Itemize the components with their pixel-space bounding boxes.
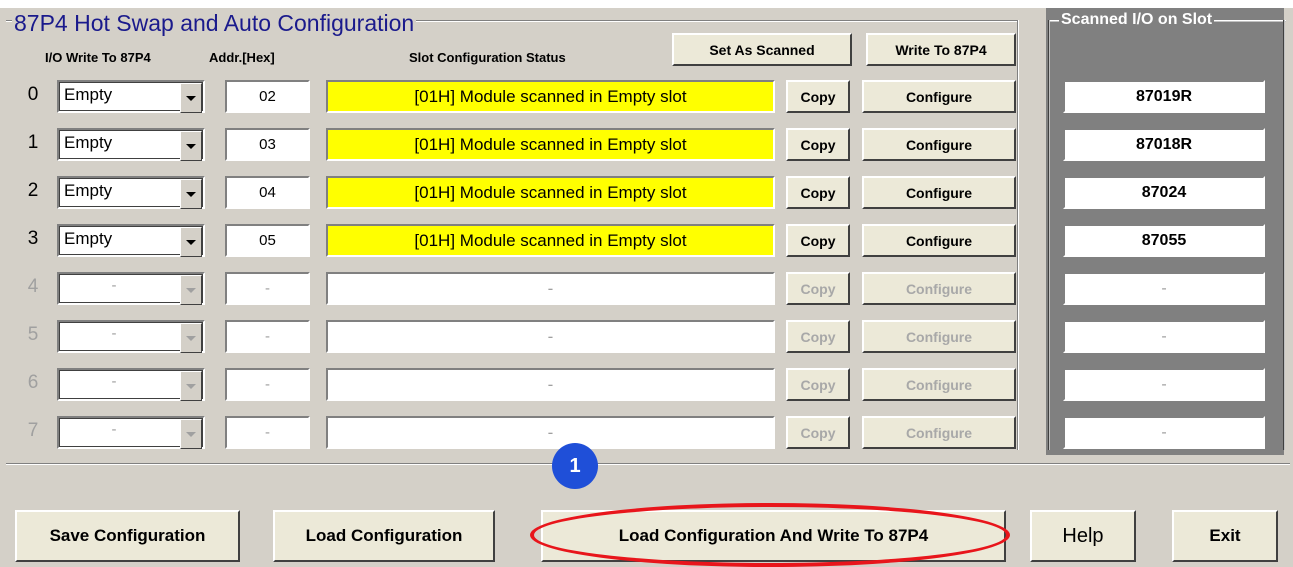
configure-button[interactable]: Configure [862, 224, 1016, 257]
chevron-down-icon [186, 287, 196, 293]
copy-button[interactable]: Copy [786, 80, 850, 113]
slot-status: [01H] Module scanned in Empty slot [326, 128, 775, 161]
io-type-select[interactable]: Empty [57, 224, 205, 257]
slot-number: 7 [27, 420, 39, 441]
slot-number: 6 [27, 372, 39, 393]
dropdown-button [180, 371, 202, 401]
slot-status: - [326, 368, 775, 401]
copy-button: Copy [786, 368, 850, 401]
configure-button: Configure [862, 272, 1016, 305]
chevron-down-icon [186, 239, 196, 245]
scanned-module-field: - [1063, 272, 1265, 305]
chevron-down-icon [186, 191, 196, 197]
io-type-value: - [111, 421, 117, 438]
scanned-border-left [1048, 20, 1050, 450]
group-border-right [1017, 20, 1019, 450]
slot-number: 2 [27, 180, 39, 201]
configure-button[interactable]: Configure [862, 80, 1016, 113]
scanned-border-right [1283, 20, 1285, 450]
status-header: Slot Configuration Status [409, 50, 566, 65]
help-button[interactable]: Help [1030, 510, 1136, 562]
highlight-ellipse [530, 503, 1010, 567]
addr-field[interactable]: 05 [225, 224, 310, 257]
load-configuration-button[interactable]: Load Configuration [273, 510, 495, 562]
slot-status: [01H] Module scanned in Empty slot [326, 176, 775, 209]
scanned-panel-title: Scanned I/O on Slot [1059, 10, 1215, 30]
addr-field[interactable]: 04 [225, 176, 310, 209]
copy-button[interactable]: Copy [786, 176, 850, 209]
io-type-value: Empty [64, 181, 113, 200]
io-type-value: Empty [64, 85, 113, 104]
chevron-down-icon [186, 431, 196, 437]
io-write-header: I/O Write To 87P4 [45, 50, 151, 65]
addr-field: - [225, 272, 310, 305]
copy-button[interactable]: Copy [786, 224, 850, 257]
io-type-value: - [111, 277, 117, 294]
io-type-select: - [57, 272, 205, 305]
dropdown-button[interactable] [180, 179, 202, 209]
slot-status: - [326, 272, 775, 305]
slot-number: 0 [27, 84, 39, 105]
io-type-value: Empty [64, 133, 113, 152]
page-title: 87P4 Hot Swap and Auto Configuration [12, 10, 417, 36]
slot-number: 4 [27, 276, 39, 297]
dropdown-button[interactable] [180, 83, 202, 113]
slot-number: 5 [27, 324, 39, 345]
io-type-select[interactable]: Empty [57, 176, 205, 209]
dropdown-button[interactable] [180, 227, 202, 257]
slot-status: - [326, 320, 775, 353]
addr-field: - [225, 320, 310, 353]
chevron-down-icon [186, 383, 196, 389]
addr-field[interactable]: 03 [225, 128, 310, 161]
slot-number: 1 [27, 132, 39, 153]
configure-button[interactable]: Configure [862, 128, 1016, 161]
chevron-down-icon [186, 95, 196, 101]
scanned-module-field: 87024 [1063, 176, 1265, 209]
scanned-module-field: 87018R [1063, 128, 1265, 161]
configure-button[interactable]: Configure [862, 176, 1016, 209]
scanned-module-field: - [1063, 368, 1265, 401]
exit-button[interactable]: Exit [1172, 510, 1278, 562]
copy-button[interactable]: Copy [786, 128, 850, 161]
copy-button: Copy [786, 272, 850, 305]
io-type-select: - [57, 368, 205, 401]
dropdown-button[interactable] [180, 131, 202, 161]
io-type-value: - [111, 325, 117, 342]
scanned-module-field: 87055 [1063, 224, 1265, 257]
io-type-value: - [111, 373, 117, 390]
dropdown-button [180, 419, 202, 449]
io-type-select[interactable]: Empty [57, 80, 205, 113]
chevron-down-icon [186, 335, 196, 341]
configure-button: Configure [862, 320, 1016, 353]
addr-field: - [225, 416, 310, 449]
configure-button: Configure [862, 368, 1016, 401]
io-type-value: Empty [64, 229, 113, 248]
addr-field: - [225, 368, 310, 401]
dropdown-button [180, 275, 202, 305]
step-badge: 1 [552, 443, 598, 489]
addr-field[interactable]: 02 [225, 80, 310, 113]
copy-button: Copy [786, 416, 850, 449]
slot-status: [01H] Module scanned in Empty slot [326, 80, 775, 113]
io-type-select: - [57, 320, 205, 353]
io-type-select: - [57, 416, 205, 449]
save-configuration-button[interactable]: Save Configuration [15, 510, 240, 562]
scanned-module-field: - [1063, 320, 1265, 353]
slot-status: [01H] Module scanned in Empty slot [326, 224, 775, 257]
io-type-select[interactable]: Empty [57, 128, 205, 161]
separator [6, 463, 1290, 465]
scanned-module-field: - [1063, 416, 1265, 449]
scanned-module-field: 87019R [1063, 80, 1265, 113]
dropdown-button [180, 323, 202, 353]
slot-number: 3 [27, 228, 39, 249]
configure-button: Configure [862, 416, 1016, 449]
copy-button: Copy [786, 320, 850, 353]
chevron-down-icon [186, 143, 196, 149]
write-to-87p4-button[interactable]: Write To 87P4 [866, 33, 1016, 66]
addr-header: Addr.[Hex] [209, 50, 275, 65]
set-as-scanned-button[interactable]: Set As Scanned [672, 33, 852, 66]
slot-status: - [326, 416, 775, 449]
